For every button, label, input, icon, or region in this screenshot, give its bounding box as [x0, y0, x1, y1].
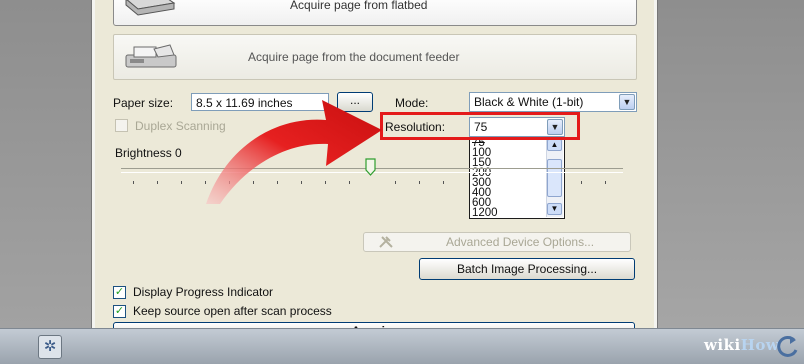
mode-label: Mode:: [395, 96, 429, 110]
background-right-panel: [652, 0, 804, 363]
gear-icon[interactable]: ✲: [38, 335, 62, 359]
mode-select-value: Black & White (1-bit): [474, 95, 584, 109]
background-left-panel: [0, 0, 92, 363]
slider-tick: [133, 181, 134, 184]
flatbed-option-button[interactable]: Acquire page from flatbed: [113, 0, 637, 26]
resolution-list-scrollbar[interactable]: ▲ ▼: [546, 139, 563, 217]
duplex-checkbox[interactable]: [115, 119, 128, 132]
scanner-icon: [125, 44, 177, 68]
batch-image-processing-button[interactable]: Batch Image Processing...: [419, 258, 635, 280]
document-feeder-option-label: Acquire page from the document feeder: [248, 50, 460, 64]
chevron-up-icon[interactable]: ▲: [547, 139, 562, 151]
watermark-part-wiki: wiki: [704, 336, 741, 354]
scanner-icon: [125, 0, 176, 16]
advanced-device-options-button[interactable]: Advanced Device Options...: [363, 232, 631, 252]
document-feeder-option-button[interactable]: Acquire page from the document feeder: [113, 34, 637, 80]
mode-select[interactable]: Black & White (1-bit) ▼: [469, 92, 637, 112]
wikihow-watermark: wikiHow: [704, 336, 779, 354]
slider-tick: [157, 181, 158, 184]
keep-source-open-label: Keep source open after scan process: [133, 304, 332, 318]
progress-indicator-label: Display Progress Indicator: [133, 285, 274, 299]
paper-size-label: Paper size:: [113, 96, 174, 110]
resolution-option[interactable]: 1200: [472, 207, 498, 219]
resolution-dropdown-list[interactable]: 75 100 150 200 300 400 600 1200 ▲ ▼: [469, 137, 565, 219]
slider-tick: [605, 181, 606, 184]
keep-source-open-checkbox[interactable]: ✓: [113, 305, 126, 318]
chevron-down-icon[interactable]: ▼: [547, 203, 562, 215]
slider-tick: [419, 181, 420, 184]
slider-tick: [443, 181, 444, 184]
refresh-arrow-icon: [777, 335, 798, 357]
resolution-highlight-box: [380, 112, 580, 140]
advanced-device-options-label: Advanced Device Options...: [446, 235, 595, 249]
tools-icon: [379, 236, 393, 248]
progress-indicator-checkbox[interactable]: ✓: [113, 286, 126, 299]
slider-tick: [581, 181, 582, 184]
slider-tick: [181, 181, 182, 184]
brightness-label: Brightness 0: [115, 146, 182, 160]
taskbar: ✲: [0, 328, 804, 364]
scrollbar-thumb[interactable]: [547, 159, 562, 197]
flatbed-option-label: Acquire page from flatbed: [290, 0, 428, 12]
red-curved-arrow-icon: [206, 100, 382, 204]
chevron-down-icon[interactable]: ▼: [619, 94, 635, 110]
